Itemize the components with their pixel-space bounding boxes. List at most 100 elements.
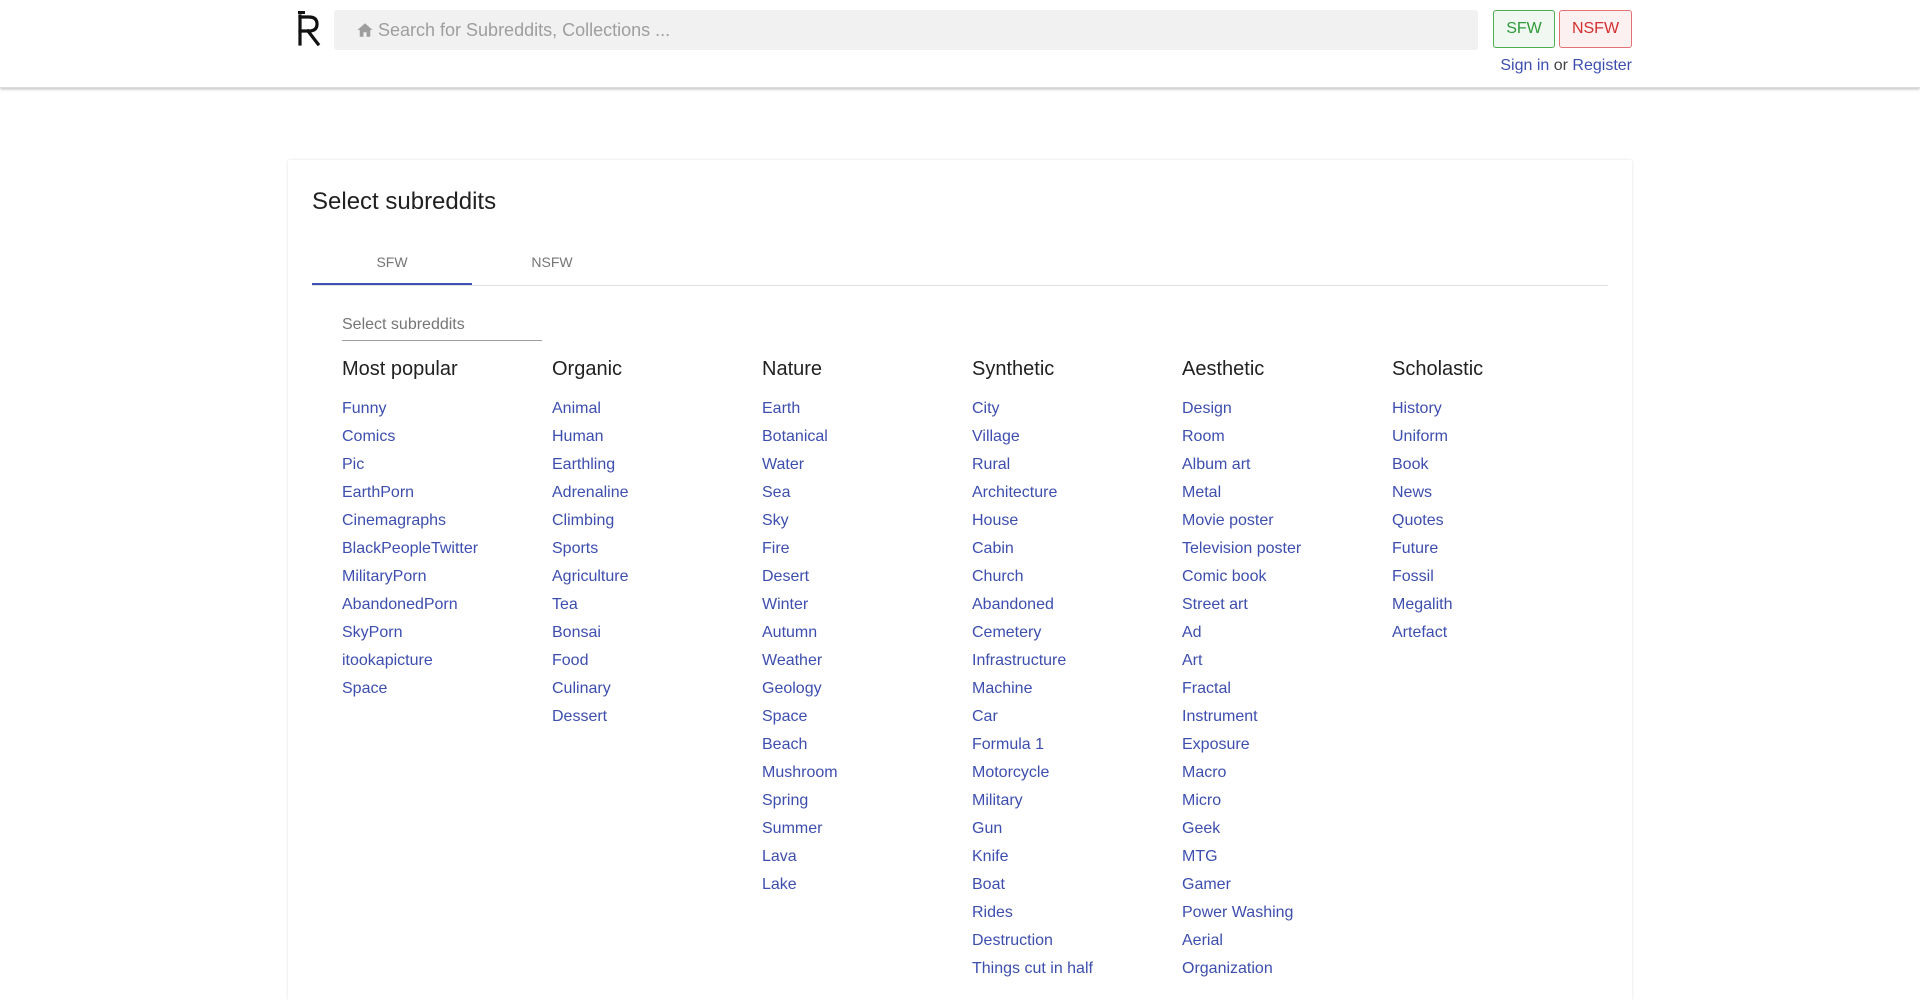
subreddit-link[interactable]: Mushroom <box>762 764 838 781</box>
subreddit-link[interactable]: Machine <box>972 680 1032 697</box>
subreddit-link[interactable]: City <box>972 400 1000 417</box>
subreddit-link[interactable]: Motorcycle <box>972 764 1049 781</box>
subreddit-link[interactable]: Macro <box>1182 764 1226 781</box>
subreddit-link[interactable]: Aerial <box>1182 932 1223 949</box>
subreddit-link[interactable]: Winter <box>762 596 808 613</box>
subreddit-link[interactable]: Fractal <box>1182 680 1231 697</box>
nsfw-button[interactable]: NSFW <box>1559 10 1632 48</box>
subreddit-link[interactable]: Gamer <box>1182 876 1231 893</box>
subreddit-link[interactable]: Geek <box>1182 820 1220 837</box>
subreddit-link[interactable]: Autumn <box>762 624 817 641</box>
register-link[interactable]: Register <box>1572 57 1632 74</box>
subreddit-link[interactable]: News <box>1392 484 1432 501</box>
subreddit-link[interactable]: Knife <box>972 848 1008 865</box>
subreddit-link[interactable]: Funny <box>342 400 386 417</box>
subreddit-link[interactable]: Earth <box>762 400 800 417</box>
subreddit-link[interactable]: Formula 1 <box>972 736 1044 753</box>
subreddit-link[interactable]: Climbing <box>552 512 614 529</box>
subreddit-link[interactable]: BlackPeopleTwitter <box>342 540 478 557</box>
subreddit-link[interactable]: Metal <box>1182 484 1221 501</box>
subreddit-link[interactable]: Things cut in half <box>972 960 1093 977</box>
subreddit-link[interactable]: House <box>972 512 1018 529</box>
subreddit-link[interactable]: Rural <box>972 456 1010 473</box>
subreddit-link[interactable]: Fire <box>762 540 790 557</box>
subreddit-link[interactable]: Space <box>762 708 807 725</box>
subreddit-link[interactable]: Food <box>552 652 588 669</box>
subreddit-link[interactable]: Gun <box>972 820 1002 837</box>
subreddit-link[interactable]: History <box>1392 400 1442 417</box>
subreddit-link[interactable]: Future <box>1392 540 1438 557</box>
subreddit-link[interactable]: Church <box>972 568 1024 585</box>
subreddit-link[interactable]: Movie poster <box>1182 512 1274 529</box>
subreddit-link[interactable]: Dessert <box>552 708 607 725</box>
subreddit-link[interactable]: Room <box>1182 428 1225 445</box>
subreddit-link[interactable]: Space <box>342 680 387 697</box>
subreddit-link[interactable]: Lake <box>762 876 797 893</box>
subreddit-link[interactable]: Village <box>972 428 1020 445</box>
subreddit-link[interactable]: Infrastructure <box>972 652 1066 669</box>
subreddit-link[interactable]: Human <box>552 428 604 445</box>
subreddit-link[interactable]: Sea <box>762 484 790 501</box>
subreddit-link[interactable]: Album art <box>1182 456 1250 473</box>
sfw-button[interactable]: SFW <box>1493 10 1555 48</box>
subreddit-link[interactable]: Destruction <box>972 932 1053 949</box>
subreddit-link[interactable]: Organization <box>1182 960 1273 977</box>
search-bar[interactable] <box>334 10 1478 50</box>
subreddit-link[interactable]: Culinary <box>552 680 611 697</box>
subreddit-link[interactable]: Abandoned <box>972 596 1054 613</box>
tab-nsfw[interactable]: NSFW <box>472 245 632 284</box>
subreddit-link[interactable]: Bonsai <box>552 624 601 641</box>
subreddit-link[interactable]: MTG <box>1182 848 1218 865</box>
subreddit-link[interactable]: Lava <box>762 848 797 865</box>
subreddit-link[interactable]: Spring <box>762 792 808 809</box>
subreddit-link[interactable]: Art <box>1182 652 1202 669</box>
subreddit-link[interactable]: Design <box>1182 400 1232 417</box>
subreddit-link[interactable]: Book <box>1392 456 1428 473</box>
subreddit-link[interactable]: Adrenaline <box>552 484 629 501</box>
subreddit-link[interactable]: EarthPorn <box>342 484 414 501</box>
sign-in-link[interactable]: Sign in <box>1500 57 1549 74</box>
reddit-r-logo-icon[interactable] <box>294 10 324 48</box>
subreddit-link[interactable]: Geology <box>762 680 822 697</box>
search-input[interactable] <box>378 10 1458 50</box>
subreddit-link[interactable]: Comic book <box>1182 568 1266 585</box>
subreddit-link[interactable]: Cabin <box>972 540 1014 557</box>
subreddit-link[interactable]: Beach <box>762 736 807 753</box>
subreddit-link[interactable]: Fossil <box>1392 568 1434 585</box>
subreddit-link[interactable]: MilitaryPorn <box>342 568 426 585</box>
subreddit-link[interactable]: Rides <box>972 904 1013 921</box>
subreddit-link[interactable]: Car <box>972 708 998 725</box>
subreddit-link[interactable]: Instrument <box>1182 708 1258 725</box>
subreddit-link[interactable]: Television poster <box>1182 540 1301 557</box>
subreddit-link[interactable]: Cemetery <box>972 624 1041 641</box>
subreddit-link[interactable]: Comics <box>342 428 395 445</box>
subreddit-link[interactable]: Summer <box>762 820 822 837</box>
subreddit-link[interactable]: Boat <box>972 876 1005 893</box>
subreddit-link[interactable]: Ad <box>1182 624 1202 641</box>
subreddit-link[interactable]: SkyPorn <box>342 624 402 641</box>
subreddit-link[interactable]: Earthling <box>552 456 615 473</box>
subreddit-link[interactable]: Desert <box>762 568 809 585</box>
subreddit-link[interactable]: Pic <box>342 456 364 473</box>
tab-sfw[interactable]: SFW <box>312 245 472 285</box>
subreddit-link[interactable]: Micro <box>1182 792 1221 809</box>
subreddit-link[interactable]: Quotes <box>1392 512 1444 529</box>
subreddit-link[interactable]: Street art <box>1182 596 1248 613</box>
subreddit-link[interactable]: Animal <box>552 400 601 417</box>
subreddit-link[interactable]: Power Washing <box>1182 904 1293 921</box>
subreddit-link[interactable]: Military <box>972 792 1023 809</box>
subreddit-link[interactable]: Weather <box>762 652 822 669</box>
subreddit-link[interactable]: Tea <box>552 596 578 613</box>
subreddit-link[interactable]: Megalith <box>1392 596 1452 613</box>
subreddit-link[interactable]: AbandonedPorn <box>342 596 458 613</box>
subreddit-link[interactable]: Architecture <box>972 484 1057 501</box>
subreddit-link[interactable]: itookapicture <box>342 652 433 669</box>
subreddit-link[interactable]: Agriculture <box>552 568 628 585</box>
subreddit-link[interactable]: Cinemagraphs <box>342 512 446 529</box>
subreddit-link[interactable]: Water <box>762 456 804 473</box>
subreddit-link[interactable]: Artefact <box>1392 624 1447 641</box>
subreddit-link[interactable]: Sky <box>762 512 789 529</box>
subreddit-link[interactable]: Exposure <box>1182 736 1250 753</box>
subreddit-link[interactable]: Uniform <box>1392 428 1448 445</box>
subreddit-filter-input[interactable] <box>342 310 542 341</box>
